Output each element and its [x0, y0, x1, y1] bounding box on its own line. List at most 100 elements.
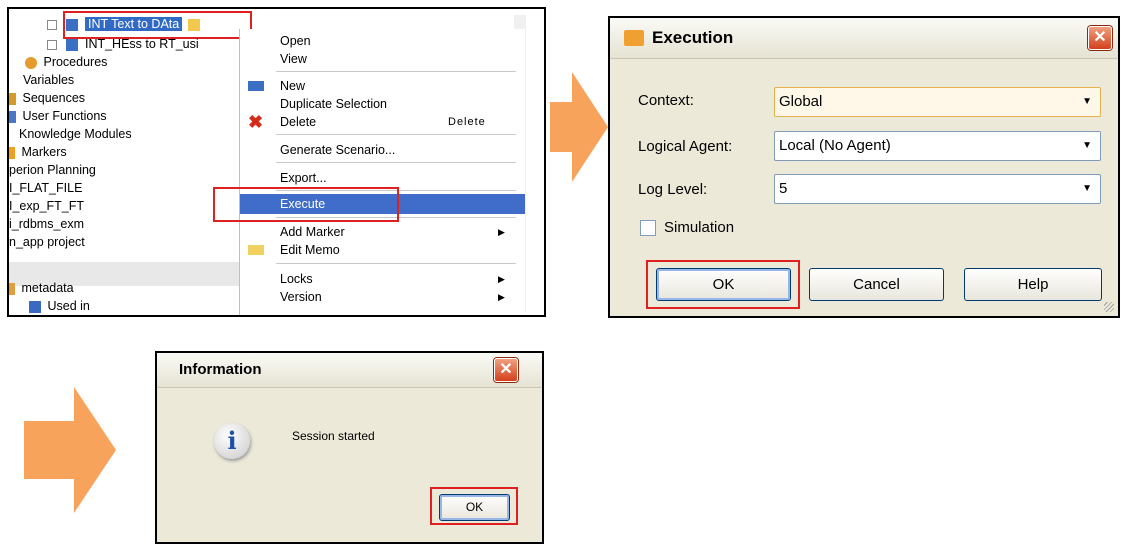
log-level-value: 5	[779, 180, 788, 197]
menu-item-add-marker[interactable]: Add Marker ▶	[240, 222, 525, 242]
menu-item-delete[interactable]: ✖ Delete Delete	[240, 112, 525, 132]
cancel-button[interactable]: Cancel	[809, 268, 944, 301]
menu-item-version[interactable]: Version ▶	[240, 287, 525, 307]
project-tree-panel: INT Text to DAta INT_HEss to RT_usi Proc…	[7, 7, 546, 317]
submenu-arrow-icon: ▶	[498, 274, 505, 284]
memo-icon	[248, 245, 264, 255]
menu-item-label: Edit Memo	[280, 243, 340, 257]
menu-item-generate-scenario[interactable]: Generate Scenario...	[240, 140, 525, 160]
log-level-select[interactable]: 5 ▼	[774, 174, 1101, 204]
tree-item-rdbms[interactable]: i_rdbms_exm	[9, 215, 84, 233]
arrow-right-icon	[550, 72, 608, 182]
tree-item-exp-ft[interactable]: I_exp_FT_FT	[9, 197, 84, 215]
used-in-icon	[29, 300, 41, 313]
interface-icon	[66, 38, 79, 51]
simulation-checkbox[interactable]	[640, 220, 656, 236]
tree-item-label: I_exp_FT_FT	[9, 199, 85, 213]
tree-item-label: n_app project	[9, 235, 85, 249]
help-button[interactable]: Help	[964, 268, 1102, 301]
menu-separator	[276, 162, 516, 163]
menu-item-accelerator: Delete	[448, 116, 486, 128]
tree-item-metadata[interactable]: metadata	[9, 279, 74, 297]
information-dialog: Information ✕ i Session started OK	[155, 351, 544, 544]
tree-item-label: Variables	[23, 73, 75, 87]
tree-item-label: I_FLAT_FILE	[9, 181, 83, 195]
tree-item-label: Used in	[47, 299, 90, 313]
menu-item-locks[interactable]: Locks ▶	[240, 269, 525, 289]
tree-item-label: Procedures	[43, 55, 108, 69]
chevron-down-icon: ▼	[1082, 96, 1092, 107]
menu-item-edit-memo[interactable]: Edit Memo	[240, 240, 525, 260]
new-icon	[248, 81, 264, 91]
tree-item-label: INT_HEss to RT_usi	[84, 37, 199, 51]
info-ok-highlight-box	[430, 487, 518, 525]
tree-item-planning[interactable]: perion Planning	[9, 161, 96, 179]
resize-grip-icon[interactable]	[1104, 302, 1114, 312]
tree-item-label: Markers	[21, 145, 67, 159]
tree-item-label: User Functions	[22, 109, 107, 123]
tree-item-user-functions[interactable]: User Functions	[9, 107, 107, 125]
menu-item-view[interactable]: View	[240, 49, 525, 69]
metadata-icon	[9, 282, 15, 295]
marker-icon	[9, 146, 15, 159]
dialog-title: Execution	[652, 28, 734, 47]
chevron-down-icon: ▼	[1082, 183, 1092, 194]
dialog-title: Information	[179, 361, 262, 378]
close-icon[interactable]: ✕	[1088, 26, 1112, 50]
menu-separator	[276, 134, 516, 135]
tree-item-app-project[interactable]: n_app project	[9, 233, 85, 251]
execution-icon	[624, 30, 644, 46]
menu-item-label: Add Marker	[280, 225, 345, 239]
tree-item-sequences[interactable]: Sequences	[9, 89, 85, 107]
close-icon[interactable]: ✕	[494, 358, 518, 382]
menu-item-export[interactable]: Export...	[240, 168, 525, 188]
menu-item-label: Export...	[280, 171, 327, 185]
tree-item-label: Knowledge Modules	[19, 127, 132, 141]
tree-item-int-hess[interactable]: INT_HEss to RT_usi	[47, 35, 199, 53]
user-icon	[9, 110, 16, 123]
info-message: Session started	[292, 429, 375, 443]
menu-item-label: Locks	[280, 272, 313, 286]
arrow-right-icon	[24, 387, 116, 513]
menu-item-duplicate-selection[interactable]: Duplicate Selection	[240, 94, 525, 114]
tree-item-variables[interactable]: Variables	[23, 71, 74, 89]
menu-item-label: Version	[280, 290, 322, 304]
tree-item-knowledge-modules[interactable]: Knowledge Modules	[19, 125, 132, 143]
tree-item-used-in[interactable]: Used in	[29, 297, 90, 315]
tree-item-label: perion Planning	[9, 163, 96, 177]
expand-icon[interactable]	[47, 39, 57, 50]
context-label: Context:	[638, 92, 694, 109]
menu-separator	[276, 263, 516, 264]
expand-icon[interactable]	[47, 19, 57, 30]
execution-dialog: Execution ✕ Context: Global ▼ Logical Ag…	[608, 16, 1120, 318]
tree-item-markers[interactable]: Markers	[9, 143, 67, 161]
context-menu: Open View New Duplicate Selection ✖ Dele…	[239, 29, 525, 315]
menu-item-open[interactable]: Open	[240, 31, 525, 51]
menu-item-new[interactable]: New	[240, 76, 525, 96]
menu-item-label: Open	[280, 34, 311, 48]
dialog-title-bar[interactable]: Execution ✕	[610, 18, 1118, 59]
dialog-title-bar[interactable]: Information ✕	[157, 353, 542, 388]
chevron-down-icon: ▼	[1082, 140, 1092, 151]
context-select[interactable]: Global ▼	[774, 87, 1101, 117]
gear-icon	[25, 56, 37, 69]
execute-highlight-box	[213, 187, 399, 222]
logical-agent-label: Logical Agent:	[638, 138, 733, 155]
menu-item-label: New	[280, 79, 306, 93]
menu-item-label: Generate Scenario...	[280, 143, 396, 157]
ok-highlight-box	[646, 260, 800, 309]
tree-item-label: metadata	[21, 281, 74, 295]
logical-agent-value: Local (No Agent)	[779, 137, 891, 154]
menu-item-label: Delete	[280, 115, 317, 129]
menu-separator	[276, 71, 516, 72]
tree-item-flat-file[interactable]: I_FLAT_FILE	[9, 179, 82, 197]
info-icon: i	[214, 423, 250, 459]
sequence-icon	[9, 92, 16, 105]
tree-item-label: i_rdbms_exm	[9, 217, 85, 231]
simulation-label: Simulation	[664, 219, 735, 236]
logical-agent-select[interactable]: Local (No Agent) ▼	[774, 131, 1101, 161]
delete-icon: ✖	[248, 112, 264, 132]
submenu-arrow-icon: ▶	[498, 227, 505, 237]
tree-item-procedures[interactable]: Procedures	[25, 53, 107, 71]
menu-item-label: View	[280, 52, 307, 66]
